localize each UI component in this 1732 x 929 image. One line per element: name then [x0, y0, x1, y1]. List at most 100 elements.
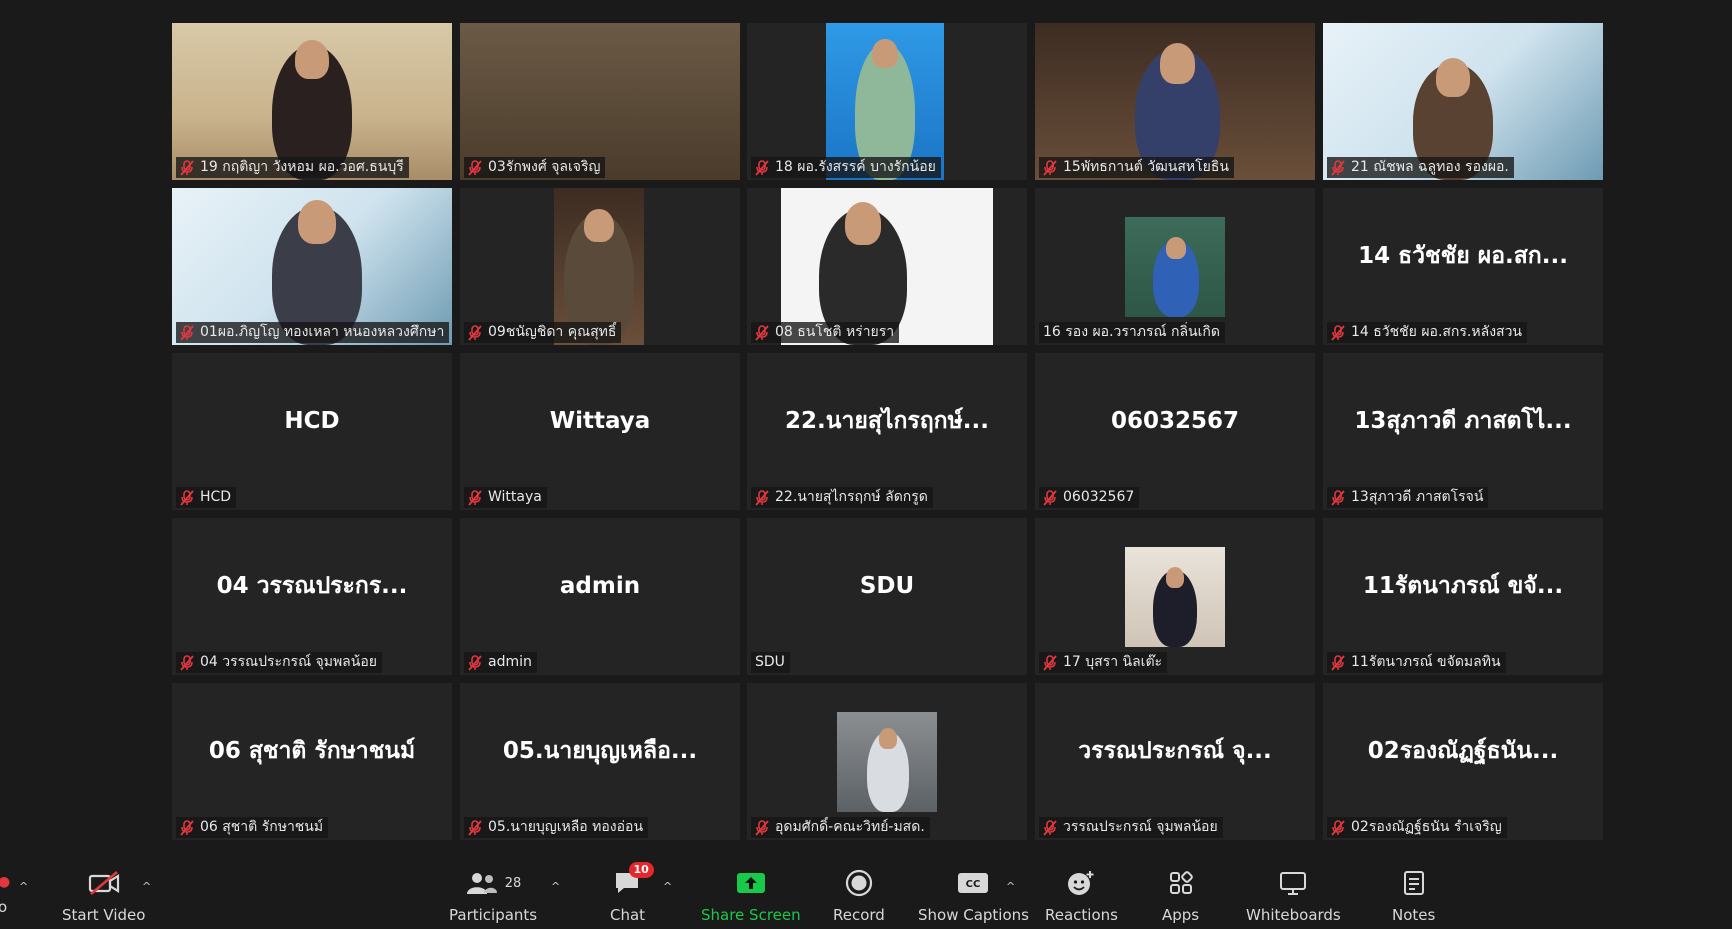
notes-icon	[1402, 868, 1426, 898]
mic-muted-icon	[468, 324, 488, 341]
participant-name-label: admin	[464, 652, 537, 673]
video-options-caret[interactable]: ^	[142, 880, 151, 893]
participant-tile[interactable]: 05.นายบุญเหลือ... 05.นายบุญเหลือ ทองอ่อน	[460, 683, 740, 840]
audio-partial-label: o	[0, 898, 8, 916]
participant-name-label: 09ชนัญชิดา คุณสุทธิ์	[464, 322, 622, 343]
participants-options-caret[interactable]: ^	[551, 880, 560, 893]
captions-options-caret[interactable]: ^	[1006, 880, 1015, 893]
participant-tile[interactable]: 14 ธวัชชัย ผอ.สก... 14 ธวัชชัย ผอ.สกร.หลั…	[1323, 188, 1603, 345]
show-captions-button[interactable]: CC Show Captions	[918, 868, 1029, 924]
participant-name-label: 16 รอง ผอ.วราภรณ์ กลิ่นเกิด	[1039, 322, 1225, 343]
participant-tile[interactable]: 08 ธนโชติ หร่ายรา	[747, 188, 1027, 345]
participant-name: 16 รอง ผอ.วราภรณ์ กลิ่นเกิด	[1043, 324, 1220, 340]
participant-tile[interactable]: 03รักพงศ์ จุลเจริญ	[460, 23, 740, 180]
share-screen-button[interactable]: Share Screen	[701, 868, 801, 924]
apps-icon	[1168, 868, 1194, 898]
mic-muted-icon	[755, 324, 775, 341]
mic-muted-icon	[180, 324, 200, 341]
participant-name-label: 02รองณัฏฐ์ธนัน รำเจริญ	[1327, 817, 1507, 838]
participant-display-name: 11รัตนาภรณ์ ขจั...	[1362, 572, 1564, 599]
record-button[interactable]: Record	[833, 868, 885, 924]
participant-display-name: HCD	[284, 407, 340, 434]
audio-options-caret[interactable]: ^	[19, 880, 28, 893]
participant-tile[interactable]: admin admin	[460, 518, 740, 675]
participant-tile[interactable]: 02รองณัฏฐ์ธนัน... 02รองณัฏฐ์ธนัน รำเจริญ	[1323, 683, 1603, 840]
participant-display-name: 05.นายบุญเหลือ...	[502, 737, 698, 764]
share-screen-icon	[736, 868, 766, 898]
participant-name-label: 11รัตนาภรณ์ ขจัดมลทิน	[1327, 652, 1506, 673]
mic-muted-icon	[755, 159, 775, 176]
participants-button[interactable]: 28 Participants	[449, 868, 537, 924]
participant-name: 03รักพงศ์ จุลเจริญ	[488, 159, 601, 175]
chat-badge: 10	[628, 862, 654, 878]
participant-tile[interactable]: 16 รอง ผอ.วราภรณ์ กลิ่นเกิด	[1035, 188, 1315, 345]
notes-button[interactable]: Notes	[1392, 868, 1435, 924]
participant-name: 11รัตนาภรณ์ ขจัดมลทิน	[1351, 654, 1501, 670]
mic-muted-icon	[1043, 654, 1063, 671]
participant-tile[interactable]: 19 กฤติญา วังหอม ผอ.วอศ.ธนบุรี	[172, 23, 452, 180]
participant-name-label: 03รักพงศ์ จุลเจริญ	[464, 157, 606, 178]
participant-tile[interactable]: 17 บุสรา นิลเต๊ะ	[1035, 518, 1315, 675]
mic-muted-icon	[180, 654, 200, 671]
participant-name: 22.นายสุไกรฤกษ์ ลัดกรูด	[775, 489, 928, 505]
participant-tile[interactable]: HCD HCD	[172, 353, 452, 510]
participant-name: admin	[488, 654, 532, 670]
participant-tile[interactable]: อุดมศักดิ์-คณะวิทย์-มสด.	[747, 683, 1027, 840]
mic-muted-icon	[180, 159, 200, 176]
participant-name: 19 กฤติญา วังหอม ผอ.วอศ.ธนบุรี	[200, 159, 404, 175]
mic-muted-icon	[468, 489, 488, 506]
mic-muted-icon	[1331, 654, 1351, 671]
participant-name-label: 05.นายบุญเหลือ ทองอ่อน	[464, 817, 649, 838]
captions-icon: CC	[957, 868, 989, 898]
participant-name-label: Wittaya	[464, 487, 547, 508]
participant-tile[interactable]: 11รัตนาภรณ์ ขจั... 11รัตนาภรณ์ ขจัดมลทิน	[1323, 518, 1603, 675]
mic-muted-icon	[468, 819, 488, 836]
participant-name-label: วรรณประกรณ์ จุมพลน้อย	[1039, 817, 1223, 838]
participant-tile[interactable]: 15พัทธกานต์ วัฒนสหโยธิน	[1035, 23, 1315, 180]
whiteboards-button[interactable]: Whiteboards	[1246, 868, 1341, 924]
participant-display-name: 06 สุชาติ รักษาชนม์	[208, 737, 416, 764]
participant-name: 17 บุสรา นิลเต๊ะ	[1063, 654, 1163, 670]
participant-name: 14 ธวัชชัย ผอ.สกร.หลังสวน	[1351, 324, 1523, 340]
svg-text:CC: CC	[966, 879, 981, 890]
participant-display-name: วรรณประกรณ์ จุ...	[1078, 737, 1272, 764]
participant-head	[295, 39, 329, 79]
participant-tile[interactable]: 21 ณัชพล ฉลูทอง รองผอ.	[1323, 23, 1603, 180]
participant-name-label: SDU	[751, 652, 790, 673]
participant-tile[interactable]: 22.นายสุไกรฤกษ์... 22.นายสุไกรฤกษ์ ลัดกรู…	[747, 353, 1027, 510]
participant-name: อุดมศักดิ์-คณะวิทย์-มสด.	[775, 819, 925, 835]
notes-label: Notes	[1392, 906, 1436, 924]
mic-muted-icon	[755, 819, 775, 836]
reactions-button[interactable]: Reactions	[1045, 868, 1118, 924]
participant-tile[interactable]: วรรณประกรณ์ จุ... วรรณประกรณ์ จุมพลน้อย	[1035, 683, 1315, 840]
participant-name-label: 06 สุชาติ รักษาชนม์	[176, 817, 329, 838]
participant-name: 04 วรรณประกรณ์ จุมพลน้อย	[200, 654, 377, 670]
participant-tile[interactable]: 09ชนัญชิดา คุณสุทธิ์	[460, 188, 740, 345]
participant-tile[interactable]: 04 วรรณประกร... 04 วรรณประกรณ์ จุมพลน้อย	[172, 518, 452, 675]
chat-icon: 10	[613, 862, 654, 898]
audio-partial-icon[interactable]: ●	[0, 874, 10, 890]
participant-tile[interactable]: 18 ผอ.รังสรรค์ บางรักน้อย	[747, 23, 1027, 180]
participant-head	[1436, 57, 1470, 97]
participant-tile[interactable]: 13สุภาวดี ภาสตโไ... 13สุภาวดี ภาสตโรจน์	[1323, 353, 1603, 510]
participant-name-label: 18 ผอ.รังสรรค์ บางรักน้อย	[751, 157, 941, 178]
mic-muted-icon	[180, 489, 200, 506]
participant-tile[interactable]: Wittaya Wittaya	[460, 353, 740, 510]
participant-name-label: 01ผอ.ภิญโญ ทองเหลา หนองหลวงศึกษา	[176, 322, 450, 343]
participant-head	[872, 39, 898, 69]
participant-display-name: 22.นายสุไกรฤกษ์...	[785, 407, 989, 434]
participant-tile[interactable]: 06 สุชาติ รักษาชนม์ 06 สุชาติ รักษาชนม์	[172, 683, 452, 840]
chat-button[interactable]: 10 Chat	[610, 862, 654, 924]
participant-tile[interactable]: 06032567 06032567	[1035, 353, 1315, 510]
participant-name: 05.นายบุญเหลือ ทองอ่อน	[488, 819, 644, 835]
mic-muted-icon	[1331, 324, 1351, 341]
participant-tile[interactable]: SDU SDU	[747, 518, 1027, 675]
participant-name: 02รองณัฏฐ์ธนัน รำเจริญ	[1351, 819, 1502, 835]
chat-options-caret[interactable]: ^	[663, 880, 672, 893]
chat-label: Chat	[610, 906, 646, 924]
participant-tile[interactable]: 01ผอ.ภิญโญ ทองเหลา หนองหลวงศึกษา	[172, 188, 452, 345]
start-video-button[interactable]: Start Video	[62, 868, 145, 924]
participant-name: 15พัทธกานต์ วัฒนสหโยธิน	[1063, 159, 1229, 175]
apps-button[interactable]: Apps	[1162, 868, 1199, 924]
participant-name: SDU	[755, 654, 785, 670]
